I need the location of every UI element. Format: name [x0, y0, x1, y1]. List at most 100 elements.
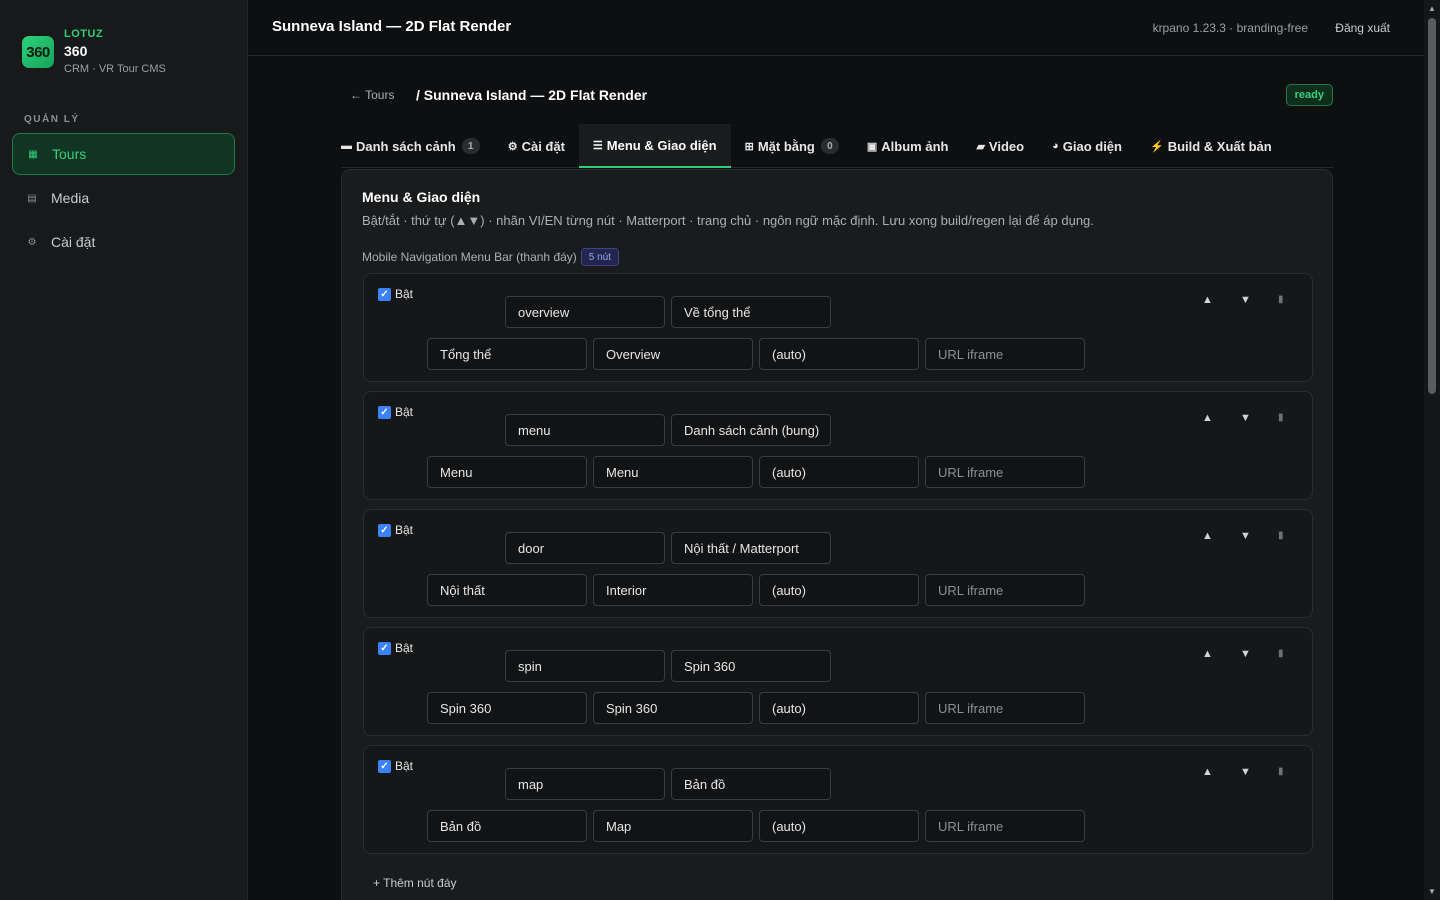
delete-icon[interactable]: ▮	[1278, 294, 1284, 305]
menu-item-card: ✓ Bật menu Danh sách cảnh (bung) Menu Me…	[363, 391, 1313, 500]
brand-subtitle: CRM · VR Tour CMS	[64, 62, 166, 75]
label-vi-input[interactable]: Menu	[427, 456, 587, 488]
move-up-icon[interactable]: ▲	[1202, 530, 1213, 542]
move-down-icon[interactable]: ▼	[1240, 412, 1251, 424]
target-select[interactable]: (auto)	[759, 338, 919, 370]
label-en-input[interactable]: Menu	[593, 456, 753, 488]
menu-item-card: ✓ Bật overview Về tổng thể Tổng thể Over…	[363, 273, 1313, 382]
brand: 360 LOTUZ 360 CRM · VR Tour CMS	[22, 28, 166, 76]
tab-floorplan[interactable]: ⊞ Mặt bằng 0	[731, 124, 853, 168]
menu-item-card: ✓ Bật door Nội thất / Matterport Nội thấ…	[363, 509, 1313, 618]
move-up-icon[interactable]: ▲	[1202, 412, 1213, 424]
label-en-input[interactable]: Overview	[593, 338, 753, 370]
checkbox-label: Bật	[395, 523, 414, 537]
page-title: / Sunneva Island — 2D Flat Render	[416, 87, 648, 103]
sidebar-item-label: Media	[51, 190, 90, 206]
tab-bar: ▬ Danh sách cảnh 1 ⚙ Cài đặt ☰ Menu & Gi…	[341, 124, 1333, 168]
enable-checkbox[interactable]: ✓ Bật	[378, 641, 413, 655]
delete-icon[interactable]: ▮	[1278, 766, 1284, 777]
scroll-down-icon[interactable]: ▼	[1428, 887, 1436, 896]
check-icon[interactable]: ✓	[378, 405, 391, 419]
item-label-input[interactable]: Spin 360	[671, 650, 831, 682]
item-id-input[interactable]: map	[505, 768, 665, 800]
add-bottom-button[interactable]: + Thêm nút đáy	[373, 876, 457, 890]
check-icon[interactable]: ✓	[378, 759, 391, 773]
tab-menu-ui[interactable]: ☰ Menu & Giao diện	[578, 124, 731, 168]
button-count-badge: 5 nút	[580, 248, 620, 266]
label-vi-input[interactable]: Spin 360	[427, 692, 587, 724]
tab-label: Album ảnh	[881, 138, 949, 154]
scrollbar[interactable]: ▲ ▼	[1424, 0, 1440, 900]
item-id-input[interactable]: spin	[505, 650, 665, 682]
url-iframe-input[interactable]: URL iframe	[925, 338, 1085, 370]
enable-checkbox[interactable]: ✓ Bật	[378, 287, 413, 301]
url-iframe-input[interactable]: URL iframe	[925, 456, 1085, 488]
check-icon[interactable]: ✓	[378, 523, 391, 537]
label-en-input[interactable]: Map	[593, 810, 753, 842]
item-id-input[interactable]: menu	[505, 414, 665, 446]
scenes-icon: ▬	[341, 140, 352, 152]
item-label-input[interactable]: Bản đồ	[671, 768, 831, 800]
move-down-icon[interactable]: ▼	[1240, 766, 1251, 778]
move-up-icon[interactable]: ▲	[1202, 766, 1213, 778]
target-select[interactable]: (auto)	[759, 456, 919, 488]
status-badge: ready	[1285, 84, 1333, 106]
label-vi-input[interactable]: Nội thất	[427, 574, 587, 606]
menu-icon: ☰	[592, 139, 603, 152]
tab-scenes[interactable]: ▬ Danh sách cảnh 1	[341, 124, 494, 168]
move-up-icon[interactable]: ▲	[1202, 648, 1213, 660]
url-iframe-input[interactable]: URL iframe	[925, 810, 1085, 842]
palette-icon: ◕	[1052, 140, 1059, 152]
gear-icon: ⚙	[507, 140, 518, 153]
tab-theme[interactable]: ◕ Giao diện	[1038, 124, 1136, 168]
enable-checkbox[interactable]: ✓ Bật	[378, 405, 413, 419]
tab-video[interactable]: ▰ Video	[962, 124, 1038, 168]
delete-icon[interactable]: ▮	[1278, 412, 1284, 423]
delete-icon[interactable]: ▮	[1278, 648, 1284, 659]
url-iframe-input[interactable]: URL iframe	[925, 574, 1085, 606]
sidebar-item-media[interactable]: ▤ Media	[12, 177, 235, 219]
tab-album[interactable]: ▣ Album ảnh	[853, 124, 963, 168]
delete-icon[interactable]: ▮	[1278, 530, 1284, 541]
tab-settings[interactable]: ⚙ Cài đặt	[494, 124, 579, 168]
target-select[interactable]: (auto)	[759, 692, 919, 724]
enable-checkbox[interactable]: ✓ Bật	[378, 523, 413, 537]
label-en-input[interactable]: Spin 360	[593, 692, 753, 724]
move-down-icon[interactable]: ▼	[1240, 294, 1251, 306]
app-root: 360 LOTUZ 360 CRM · VR Tour CMS QUẢN LÝ …	[0, 0, 1440, 900]
label-en-input[interactable]: Interior	[593, 574, 753, 606]
item-id-input[interactable]: door	[505, 532, 665, 564]
sidebar-item-settings[interactable]: ⚙ Cài đặt	[12, 221, 235, 263]
check-icon[interactable]: ✓	[378, 287, 391, 301]
tab-build-publish[interactable]: ⚡ Build & Xuất bản	[1136, 124, 1286, 168]
item-id-input[interactable]: overview	[505, 296, 665, 328]
item-label-input[interactable]: Danh sách cảnh (bung)	[671, 414, 831, 446]
check-icon[interactable]: ✓	[378, 641, 391, 655]
tab-label: Menu & Giao diện	[606, 137, 717, 153]
checkbox-label: Bật	[395, 287, 414, 301]
enable-checkbox[interactable]: ✓ Bật	[378, 759, 413, 773]
scroll-thumb[interactable]	[1428, 18, 1436, 394]
back-to-tours-link[interactable]: ← Tours	[350, 88, 394, 102]
move-down-icon[interactable]: ▼	[1240, 530, 1251, 542]
url-iframe-input[interactable]: URL iframe	[925, 692, 1085, 724]
move-down-icon[interactable]: ▼	[1240, 648, 1251, 660]
sidebar-item-tours[interactable]: ▦ Tours	[12, 133, 235, 175]
topbar: Sunneva Island — 2D Flat Render krpano 1…	[248, 0, 1424, 56]
tab-count-badge: 1	[461, 138, 480, 154]
move-up-icon[interactable]: ▲	[1202, 294, 1213, 306]
label-vi-input[interactable]: Tổng thể	[427, 338, 587, 370]
topbar-title: Sunneva Island — 2D Flat Render	[272, 18, 512, 35]
scroll-up-icon[interactable]: ▲	[1428, 4, 1436, 13]
tab-count-badge: 0	[820, 138, 839, 154]
sidebar-item-label: Tours	[52, 146, 87, 162]
sidebar-section-label: QUẢN LÝ	[24, 114, 80, 125]
target-select[interactable]: (auto)	[759, 810, 919, 842]
logout-button[interactable]: Đăng xuất	[1335, 21, 1390, 35]
label-vi-input[interactable]: Bản đồ	[427, 810, 587, 842]
tab-label: Danh sách cảnh	[356, 138, 456, 154]
target-select[interactable]: (auto)	[759, 574, 919, 606]
item-label-input[interactable]: Nội thất / Matterport	[671, 532, 831, 564]
tab-label: Video	[988, 138, 1025, 154]
item-label-input[interactable]: Về tổng thể	[671, 296, 831, 328]
